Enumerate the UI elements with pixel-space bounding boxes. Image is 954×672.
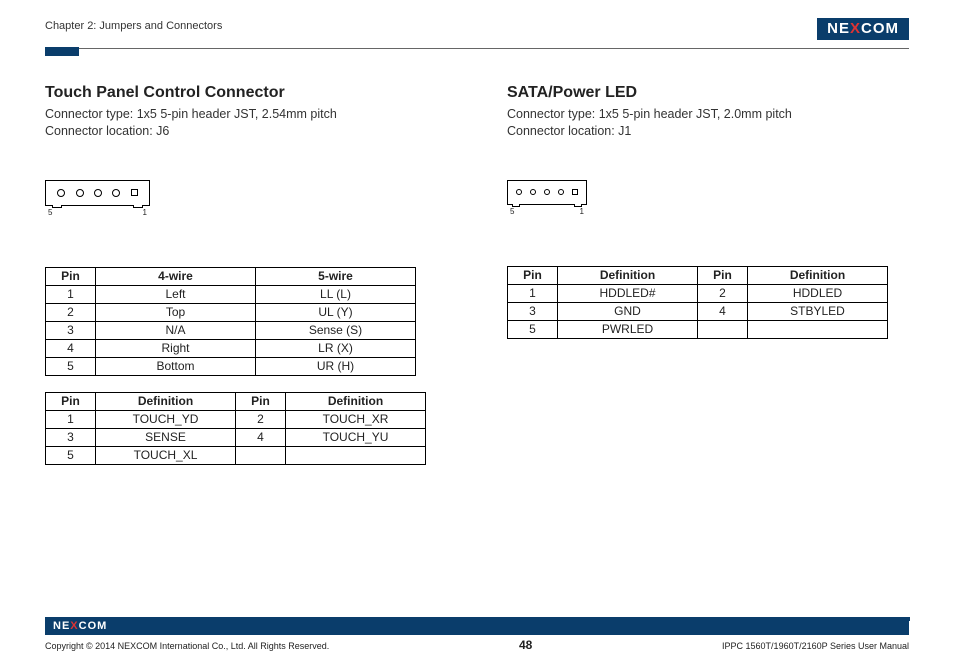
brand-x: X bbox=[850, 20, 861, 37]
cell: 3 bbox=[508, 302, 558, 320]
touch-def-table: Pin Definition Pin Definition 1TOUCH_YD2… bbox=[45, 392, 426, 465]
cell: 1 bbox=[46, 285, 96, 303]
th-pin: Pin bbox=[236, 392, 286, 410]
pin-icon bbox=[76, 189, 84, 197]
footer-ornament-icon bbox=[900, 617, 910, 635]
th-def: Definition bbox=[286, 392, 426, 410]
cell: HDDLED bbox=[748, 284, 888, 302]
cell: 2 bbox=[46, 303, 96, 321]
th-pin: Pin bbox=[508, 266, 558, 284]
cell: 1 bbox=[46, 410, 96, 428]
cell: TOUCH_YU bbox=[286, 428, 426, 446]
pin-icon bbox=[57, 189, 65, 197]
cell: Bottom bbox=[96, 357, 256, 375]
cell bbox=[748, 320, 888, 338]
header-rule bbox=[45, 48, 909, 56]
pin-label-5: 5 bbox=[48, 208, 52, 217]
brand-x: X bbox=[70, 620, 78, 632]
notch-icon bbox=[512, 204, 520, 207]
right-type-line: Connector type: 1x5 5-pin header JST, 2.… bbox=[507, 106, 909, 123]
right-loc-line: Connector location: J1 bbox=[507, 123, 909, 140]
cell: 3 bbox=[46, 428, 96, 446]
pin-icon bbox=[516, 189, 522, 195]
left-title: Touch Panel Control Connector bbox=[45, 84, 447, 102]
footer-bar: NEXCOM bbox=[45, 617, 909, 635]
cell: 1 bbox=[508, 284, 558, 302]
cell: 5 bbox=[46, 446, 96, 464]
cell: 4 bbox=[698, 302, 748, 320]
cell: UR (H) bbox=[256, 357, 416, 375]
cell bbox=[236, 446, 286, 464]
right-title: SATA/Power LED bbox=[507, 84, 909, 102]
th-pin: Pin bbox=[46, 267, 96, 285]
th-def: Definition bbox=[558, 266, 698, 284]
connector-diagram-j6: 5 1 bbox=[45, 180, 447, 217]
cell: LL (L) bbox=[256, 285, 416, 303]
cell: 3 bbox=[46, 321, 96, 339]
notch-icon bbox=[574, 204, 582, 207]
th-def: Definition bbox=[748, 266, 888, 284]
brand-right: COM bbox=[79, 620, 108, 632]
th-4wire: 4-wire bbox=[96, 267, 256, 285]
pin-label-1: 1 bbox=[580, 207, 584, 216]
notch-icon bbox=[133, 205, 143, 208]
th-pin: Pin bbox=[698, 266, 748, 284]
chapter-label: Chapter 2: Jumpers and Connectors bbox=[45, 18, 222, 32]
th-5wire: 5-wire bbox=[256, 267, 416, 285]
cell: Sense (S) bbox=[256, 321, 416, 339]
th-pin: Pin bbox=[46, 392, 96, 410]
brand-left: NE bbox=[53, 620, 70, 632]
pin-label-1: 1 bbox=[143, 208, 147, 217]
cell: 4 bbox=[46, 339, 96, 357]
pin-label-5: 5 bbox=[510, 207, 514, 216]
cell: SENSE bbox=[96, 428, 236, 446]
notch-icon bbox=[52, 205, 62, 208]
sata-led-table: Pin Definition Pin Definition 1HDDLED#2H… bbox=[507, 266, 888, 339]
cell: 2 bbox=[236, 410, 286, 428]
cell: Right bbox=[96, 339, 256, 357]
cell: PWRLED bbox=[558, 320, 698, 338]
pin-icon bbox=[572, 189, 578, 195]
cell: TOUCH_XR bbox=[286, 410, 426, 428]
cell: 5 bbox=[508, 320, 558, 338]
pin-icon bbox=[544, 189, 550, 195]
cell bbox=[286, 446, 426, 464]
page-number: 48 bbox=[519, 638, 532, 652]
header-tab bbox=[45, 47, 79, 56]
copyright: Copyright © 2014 NEXCOM International Co… bbox=[45, 641, 329, 651]
cell: HDDLED# bbox=[558, 284, 698, 302]
manual-name: IPPC 1560T/1960T/2160P Series User Manua… bbox=[722, 641, 909, 651]
left-type-line: Connector type: 1x5 5-pin header JST, 2.… bbox=[45, 106, 447, 123]
footer-logo: NEXCOM bbox=[53, 620, 107, 632]
brand-right: COM bbox=[861, 20, 899, 37]
cell: Top bbox=[96, 303, 256, 321]
cell: 4 bbox=[236, 428, 286, 446]
cell: Left bbox=[96, 285, 256, 303]
cell: UL (Y) bbox=[256, 303, 416, 321]
brand-left: NE bbox=[827, 20, 850, 37]
pin-icon bbox=[112, 189, 120, 197]
cell: LR (X) bbox=[256, 339, 416, 357]
cell: STBYLED bbox=[748, 302, 888, 320]
th-def: Definition bbox=[96, 392, 236, 410]
cell: 5 bbox=[46, 357, 96, 375]
cell: N/A bbox=[96, 321, 256, 339]
cell bbox=[698, 320, 748, 338]
cell: GND bbox=[558, 302, 698, 320]
pin-icon bbox=[94, 189, 102, 197]
cell: TOUCH_YD bbox=[96, 410, 236, 428]
touch-wire-table: Pin 4-wire 5-wire 1LeftLL (L) 2TopUL (Y)… bbox=[45, 267, 416, 376]
left-loc-line: Connector location: J6 bbox=[45, 123, 447, 140]
connector-diagram-j1: 5 1 bbox=[507, 180, 909, 216]
cell: 2 bbox=[698, 284, 748, 302]
pin-icon bbox=[131, 189, 138, 196]
pin-icon bbox=[530, 189, 536, 195]
pin-icon bbox=[558, 189, 564, 195]
brand-logo: NEXCOM bbox=[817, 18, 909, 40]
cell: TOUCH_XL bbox=[96, 446, 236, 464]
